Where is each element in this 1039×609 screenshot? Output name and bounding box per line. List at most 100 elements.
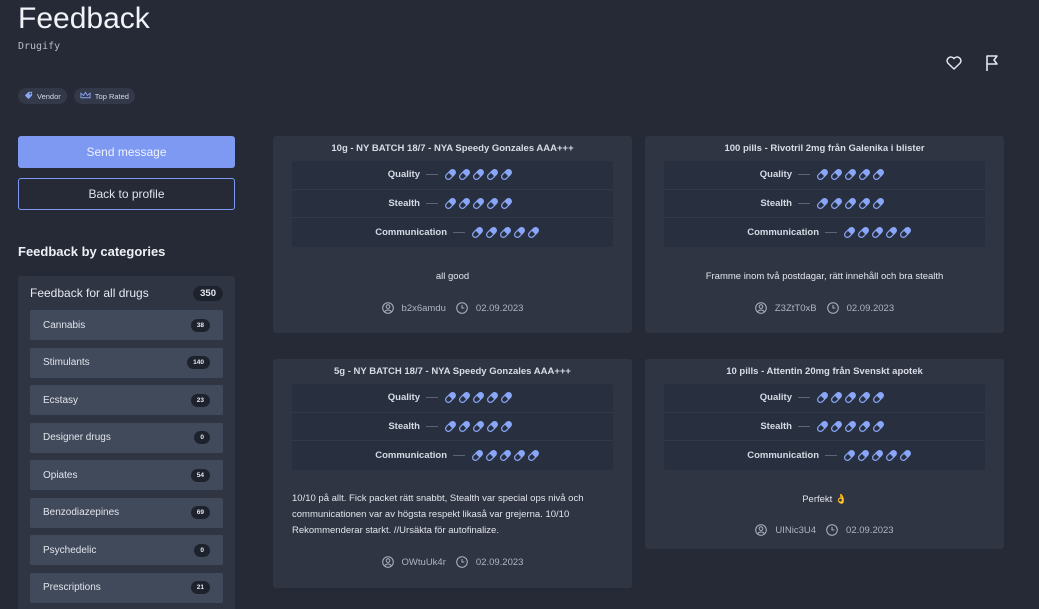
user-icon [755, 524, 768, 536]
rating-pills [444, 197, 513, 210]
feedback-user: Z3ZtT0xB [755, 302, 817, 314]
category-item-cannabis[interactable]: Cannabis 38 [30, 310, 223, 340]
pill-icon [831, 197, 842, 209]
pill-icon [473, 169, 484, 181]
pill-icon [500, 449, 511, 461]
rating-divider [426, 202, 438, 204]
category-item-stimulants[interactable]: Stimulants 140 [30, 347, 223, 378]
pill-icon [817, 169, 828, 181]
clock-icon [456, 302, 468, 314]
rating-stealth: Stealth [664, 413, 985, 441]
rating-divider [798, 425, 810, 427]
feedback-date: 02.09.2023 [475, 302, 524, 314]
rating-quality: Quality [664, 384, 985, 413]
header-actions [944, 53, 1002, 73]
pill-icon [873, 420, 884, 432]
rating-label: Stealth [760, 420, 792, 432]
category-item-psychedelic[interactable]: Psychedelic 0 [30, 535, 223, 565]
feedback-card: 5g - NY BATCH 18/7 - NYA Speedy Gonzales… [273, 359, 632, 588]
pill-icon [514, 226, 525, 238]
category-label: Benzodiazepines [43, 507, 120, 518]
category-count: 38 [190, 318, 210, 332]
pill-icon [473, 197, 484, 209]
feedback-meta: b2x6amdu 02.09.2023 [273, 302, 632, 314]
category-item-ecstasy[interactable]: Ecstasy 23 [30, 385, 223, 415]
feedback-time: 02.09.2023 [826, 302, 895, 314]
top-rated-badge: Top Rated [73, 88, 135, 104]
rating-divider [453, 231, 465, 233]
feedback-comment: Framme inom två postdagar, rätt innehåll… [705, 271, 944, 282]
report-flag-icon[interactable] [982, 53, 1002, 73]
category-item-opiates[interactable]: Opiates 54 [30, 460, 223, 490]
feedback-grid: 10g - NY BATCH 18/7 - NYA Speedy Gonzale… [273, 136, 1004, 606]
rating-label: Stealth [388, 197, 420, 209]
rating-pills [816, 197, 885, 210]
category-count: 140 [187, 356, 210, 369]
rating-pills [444, 420, 513, 433]
pill-icon [486, 449, 497, 461]
pill-icon [859, 420, 870, 432]
pill-icon [472, 449, 483, 461]
pill-icon [873, 392, 884, 404]
rating-pills [471, 226, 540, 239]
category-all-drugs[interactable]: Feedback for all drugs 350 [30, 276, 223, 310]
pill-icon [858, 449, 869, 461]
pill-icon [459, 392, 470, 404]
pill-icon [501, 169, 512, 181]
pill-icon [817, 197, 828, 209]
category-label: Prescriptions [43, 582, 101, 593]
pill-icon [817, 392, 828, 404]
feedback-comment: Perfekt 👌 [802, 494, 847, 505]
favorite-heart-icon[interactable] [944, 53, 964, 73]
pill-icon [873, 169, 884, 181]
category-all-label: Feedback for all drugs [30, 286, 149, 300]
pill-icon [859, 392, 870, 404]
rating-label: Stealth [760, 197, 792, 209]
pill-icon [514, 449, 525, 461]
pill-icon [487, 169, 498, 181]
feedback-date: 02.09.2023 [846, 302, 895, 314]
vendor-badges: Vendor Top Rated [18, 88, 135, 104]
pill-icon [845, 420, 856, 432]
rating-pills [444, 391, 513, 404]
send-message-button[interactable]: Send message [18, 136, 235, 168]
ratings-table: Quality Stealth Communication [664, 161, 985, 247]
category-count: 69 [190, 506, 210, 519]
category-count: 23 [190, 393, 210, 407]
pill-icon [831, 169, 842, 181]
category-count: 0 [194, 431, 210, 444]
feedback-username: Z3ZtT0xB [774, 302, 817, 314]
pill-icon [459, 169, 470, 181]
tag-icon [24, 91, 33, 102]
rating-divider [798, 397, 810, 399]
pill-icon [445, 392, 456, 404]
feedback-meta: OWtuUk4r 02.09.2023 [273, 556, 632, 568]
category-item-designer-drugs[interactable]: Designer drugs 0 [30, 422, 223, 453]
category-label: Psychedelic [43, 544, 97, 556]
feedback-user: b2x6amdu [381, 302, 446, 314]
back-to-profile-button[interactable]: Back to profile [18, 178, 235, 210]
ratings-table: Quality Stealth Communication [292, 384, 613, 470]
categories-heading: Feedback by categories [18, 244, 166, 259]
rating-label: Quality [387, 392, 420, 404]
rating-stealth: Stealth [292, 413, 613, 441]
rating-label: Communication [375, 226, 447, 238]
rating-pills [843, 449, 912, 462]
feedback-date: 02.09.2023 [846, 524, 894, 536]
pill-icon [831, 392, 842, 404]
pill-icon [900, 449, 911, 461]
category-item-prescriptions[interactable]: Prescriptions 21 [30, 572, 223, 603]
feedback-card: 10 pills - Attentin 20mg från Svenskt ap… [645, 359, 1004, 549]
rating-label: Quality [759, 169, 792, 181]
rating-label: Communication [747, 449, 819, 461]
feedback-comment: 10/10 på allt. Fick packet rätt snabbt, … [292, 493, 584, 536]
pill-icon [459, 197, 470, 209]
feedback-card: 10g - NY BATCH 18/7 - NYA Speedy Gonzale… [273, 136, 632, 333]
rating-pills [816, 420, 885, 433]
ratings-table: Quality Stealth Communication [292, 161, 613, 247]
feedback-username: b2x6amdu [401, 302, 446, 314]
category-label: Designer drugs [43, 432, 111, 443]
category-item-benzodiazepines[interactable]: Benzodiazepines 69 [30, 497, 223, 528]
feedback-username: OWtuUk4r [401, 556, 446, 568]
pill-icon [528, 449, 539, 461]
